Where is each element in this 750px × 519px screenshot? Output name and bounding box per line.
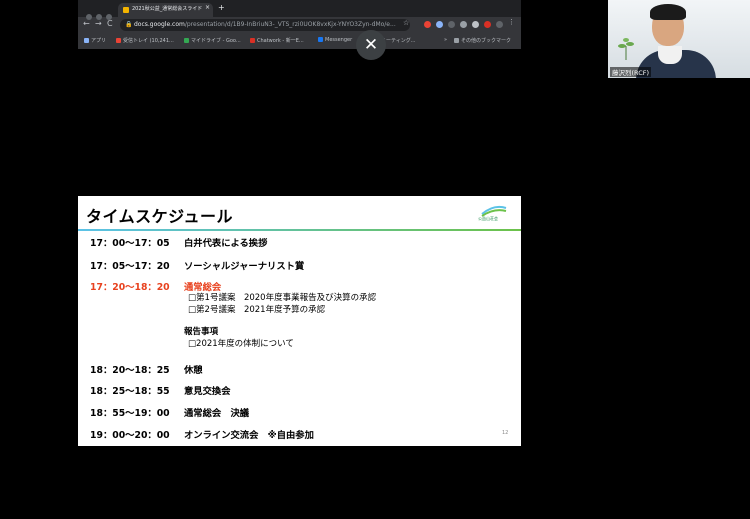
tab-title: 2021秋公益_通常総会スライド [132, 6, 203, 12]
schedule-row: 18：55〜19：00 通常総会 決議 [90, 405, 249, 419]
schedule-item: 休憩 [184, 365, 203, 376]
bookmark-chatwork[interactable]: Chatwork - 新一E... [250, 37, 304, 44]
mouse-cursor-icon: ▲ [427, 376, 434, 386]
schedule-time: 17：00〜17：05 [90, 238, 170, 249]
schedule-time: 17：05〜17：20 [90, 261, 170, 272]
apps-icon [84, 38, 89, 43]
schedule-time: 18：55〜19：00 [90, 408, 170, 419]
url-text[interactable]: docs.google.com/presentation/d/1B9-InBri… [134, 21, 399, 28]
puzzle-icon[interactable] [472, 21, 479, 28]
lock-icon: 🔒 [125, 21, 133, 28]
bookmark-drive[interactable]: マイドライブ - Goo... [184, 37, 241, 44]
schedule-time: 19：00〜20：00 [90, 430, 170, 441]
gmail-icon [116, 38, 121, 43]
participant-hair [650, 4, 686, 20]
url-domain: docs.google.com [134, 21, 185, 28]
bookmark-overflow[interactable]: » [444, 37, 447, 43]
title-divider [78, 229, 521, 231]
slides-icon [123, 7, 129, 13]
schedule-item: 通常総会 決議 [184, 408, 250, 419]
schedule-item: 白井代表による挨拶 [184, 238, 268, 249]
schedule-row: 17：05〜17：20 ソーシャルジャーナリスト賞 [90, 258, 304, 272]
bookmark-star-icon[interactable]: ☆ [403, 19, 409, 27]
agenda-item: □第1号議案 2020年度事業報告及び決算の承認 [188, 293, 377, 303]
bookmarks-bar: アプリ 受信トレイ (10,241... マイドライブ - Goo... Cha… [78, 33, 521, 49]
schedule-row: 19：00〜20：00 オンライン交流会 ※自由参加 [90, 427, 314, 441]
bookmark-apps[interactable]: アプリ [84, 37, 106, 44]
slide-page-number: 12 [502, 430, 509, 436]
folder-icon [454, 38, 459, 43]
schedule-time: 18：20〜18：25 [90, 365, 170, 376]
presentation-slide: タイムスケジュール 公益山荘会 17：00〜17：05 白井代表による挨拶 17：… [78, 196, 521, 446]
schedule-time: 18：25〜18：55 [90, 386, 170, 397]
participant-shirt [658, 46, 682, 64]
reload-icon[interactable]: C [107, 19, 113, 28]
browser-tab[interactable]: 2021秋公益_通常総会スライド × [118, 3, 213, 17]
tab-close-icon[interactable]: × [205, 4, 210, 11]
extension-icon[interactable] [448, 21, 455, 28]
profile-icon[interactable] [484, 21, 491, 28]
slide-title: タイムスケジュール [86, 207, 234, 226]
schedule-item: オンライン交流会 ※自由参加 [184, 430, 314, 441]
profile-icon[interactable] [496, 21, 503, 28]
chatwork-icon [250, 38, 255, 43]
schedule-item: ソーシャルジャーナリスト賞 [184, 261, 305, 272]
close-presentation-button[interactable]: ✕ [356, 30, 386, 60]
logo-text: 公益山荘会 [478, 216, 498, 221]
browser-chrome: 2021秋公益_通常総会スライド × + ← → C 🔒 docs.google… [78, 0, 521, 49]
schedule-item: 意見交換会 [184, 386, 231, 397]
schedule-row: 17：00〜17：05 白井代表による挨拶 [90, 235, 267, 249]
forward-icon[interactable]: → [95, 19, 102, 28]
report-item: □2021年度の体制について [188, 339, 294, 349]
extension-icon[interactable] [424, 21, 431, 28]
report-heading: 報告事項 [184, 327, 219, 337]
extension-icon[interactable] [436, 21, 443, 28]
bookmark-other[interactable]: その他のブックマーク [454, 37, 511, 44]
schedule-row: 18：25〜18：55 意見交換会 [90, 383, 231, 397]
plant-icon [618, 38, 634, 60]
messenger-icon [318, 37, 323, 42]
schedule-row: 18：20〜18：25 休憩 [90, 362, 203, 376]
schedule-time: 17：20〜18：20 [90, 282, 170, 293]
participant-name: 藤沢烈(RCF) [610, 67, 652, 77]
tab-bar: 2021秋公益_通常総会スライド × + [78, 0, 521, 20]
agenda-item: □第2号議案 2021年度予算の承認 [188, 305, 326, 315]
shared-screen: 2021秋公益_通常総会スライド × + ← → C 🔒 docs.google… [78, 0, 521, 519]
url-path: /presentation/d/1B9-InBriuN3-_VTS_rzi0UO… [184, 21, 396, 28]
bookmark-gmail[interactable]: 受信トレイ (10,241... [116, 37, 174, 44]
address-bar[interactable]: 🔒 docs.google.com/presentation/d/1B9-InB… [120, 19, 410, 31]
participant-video-tile[interactable]: 藤沢烈(RCF) [608, 0, 750, 78]
drive-icon [184, 38, 189, 43]
new-tab-icon[interactable]: + [218, 3, 225, 12]
menu-icon[interactable]: ⋮ [508, 18, 515, 26]
bookmark-messenger[interactable]: Messenger [318, 37, 352, 43]
extension-icon[interactable] [460, 21, 467, 28]
back-icon[interactable]: ← [83, 19, 90, 28]
